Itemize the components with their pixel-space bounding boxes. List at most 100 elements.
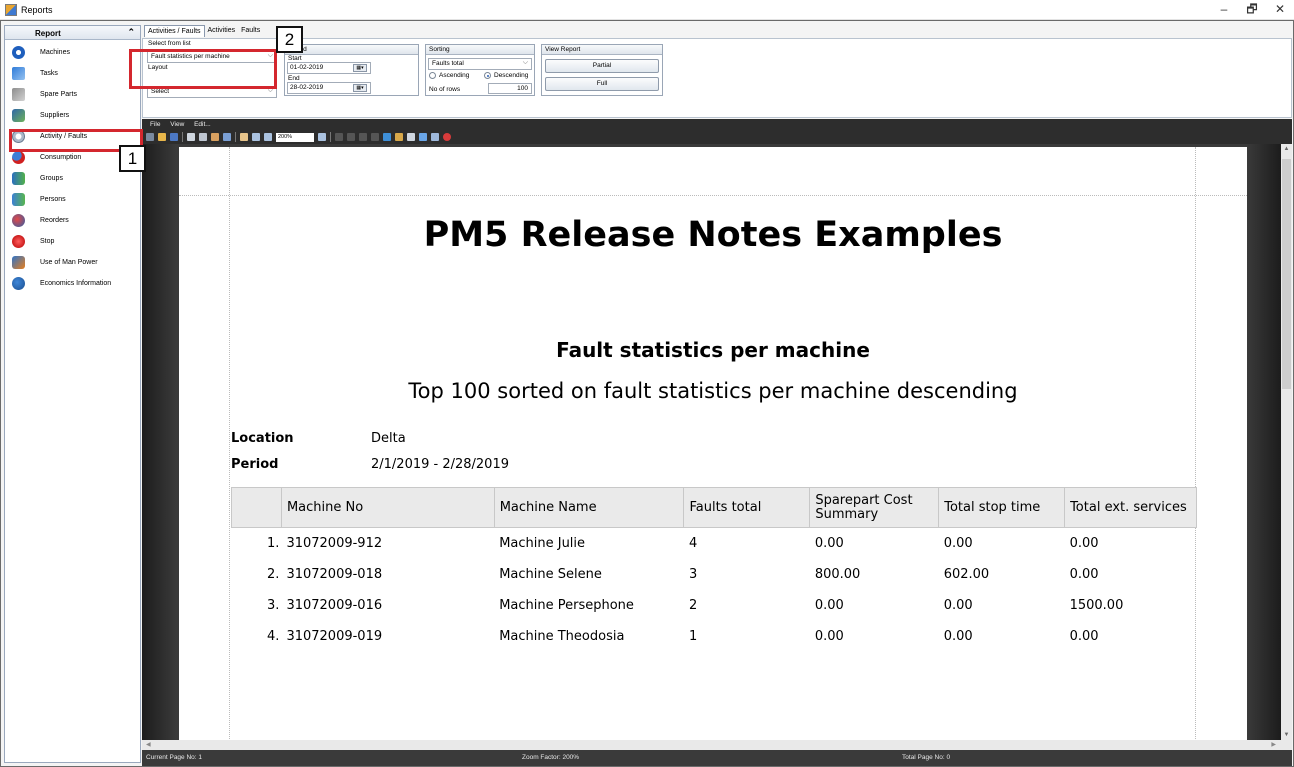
machine-no-cell: 31072009-016	[286, 597, 383, 613]
descending-radio[interactable]: Descending	[484, 72, 528, 79]
last-page-icon[interactable]	[371, 133, 379, 141]
scroll-thumb[interactable]	[1282, 159, 1291, 389]
menu-edit[interactable]: Edit...	[194, 121, 211, 128]
current-page-status: Current Page No: 1	[146, 754, 203, 761]
multi-page-icon[interactable]	[223, 133, 231, 141]
fault-statistics-table: Machine No Machine Name Faults total Spa…	[231, 487, 1197, 652]
scroll-up-icon[interactable]: ▲	[1281, 146, 1292, 152]
stop-icon[interactable]	[443, 133, 451, 141]
toolbar-divider	[330, 132, 331, 142]
minimize-button[interactable]: –	[1210, 0, 1238, 20]
nav-item-reorders[interactable]: Reorders	[5, 210, 140, 231]
page-setup-icon[interactable]	[187, 133, 195, 141]
column-header-stop-time: Total stop time	[938, 487, 1066, 528]
next-page-icon[interactable]	[359, 133, 367, 141]
window-title: Reports	[21, 4, 53, 15]
view-report-group: View Report Partial Full	[541, 44, 663, 96]
nav-item-suppliers[interactable]: Suppliers	[5, 105, 140, 126]
open-folder-icon[interactable]	[158, 133, 166, 141]
copy-icon[interactable]	[199, 133, 207, 141]
chevron-down-icon: ⌵	[522, 59, 528, 66]
report-tabs: Activities / Faults Activities Faults	[144, 25, 263, 38]
start-date-field[interactable]: 01-02-2019 ▦▾	[287, 62, 371, 74]
app-icon	[5, 3, 17, 16]
tab-activities-faults[interactable]: Activities / Faults	[144, 25, 205, 37]
menu-view[interactable]: View	[170, 121, 184, 128]
period-group: Period Start 01-02-2019 ▦▾ End 28-02-201…	[284, 44, 419, 96]
nav-item-spare-parts[interactable]: Spare Parts	[5, 84, 140, 105]
nav-item-persons[interactable]: Persons	[5, 189, 140, 210]
table-header-row: Machine No Machine Name Faults total Spa…	[231, 487, 1197, 528]
nav-item-tasks[interactable]: Tasks	[5, 63, 140, 84]
callout-number-1: 1	[119, 145, 146, 172]
report-description: Top 100 sorted on fault statistics per m…	[408, 379, 1018, 403]
zoom-out-icon[interactable]	[264, 133, 272, 141]
ascending-radio[interactable]: Ascending	[429, 72, 469, 79]
calendar-icon[interactable]: ▦▾	[353, 64, 367, 72]
save-icon[interactable]	[170, 133, 178, 141]
viewer-status-bar: Current Page No: 1 Zoom Factor: 200% Tot…	[142, 750, 1292, 766]
layout-value: Select	[151, 88, 170, 95]
column-header-machine-no: Machine No	[280, 487, 495, 528]
scroll-right-icon[interactable]: ▶	[1271, 741, 1276, 748]
nav-item-stop[interactable]: Stop	[5, 231, 140, 252]
zoom-select[interactable]: 200%	[276, 132, 314, 142]
nav-item-machines[interactable]: Machines	[5, 42, 140, 63]
economics-icon	[12, 277, 25, 290]
scroll-left-icon[interactable]: ◀	[146, 741, 151, 748]
tab-faults[interactable]: Faults	[238, 25, 263, 37]
calendar-icon[interactable]: ▦▾	[353, 84, 367, 92]
prev-page-icon[interactable]	[347, 133, 355, 141]
sorting-header: Sorting	[426, 45, 534, 55]
nav-item-label: Economics Information	[40, 280, 112, 287]
nav-item-economics[interactable]: Economics Information	[5, 273, 140, 294]
partial-button[interactable]: Partial	[545, 59, 659, 73]
tab-activities[interactable]: Activities	[205, 25, 239, 37]
machine-name-cell: Machine Theodosia	[499, 628, 625, 644]
bookmark-icon[interactable]	[395, 133, 403, 141]
period-value: 2/1/2019 - 2/28/2019	[371, 457, 509, 472]
collapse-chevron-icon[interactable]: ⌃	[127, 27, 135, 38]
end-date-field[interactable]: 28-02-2019 ▦▾	[287, 82, 371, 94]
first-page-icon[interactable]	[335, 133, 343, 141]
rows-input[interactable]: 100	[488, 83, 532, 94]
select-from-list-label: Select from list	[148, 40, 191, 47]
man-power-icon	[12, 256, 25, 269]
total-pages-status: Total Page No: 0	[902, 754, 951, 761]
document-icon[interactable]	[407, 133, 415, 141]
location-label: Location	[231, 431, 294, 446]
find-icon[interactable]	[383, 133, 391, 141]
hand-tool-icon[interactable]	[240, 133, 248, 141]
machine-no-cell: 31072009-018	[286, 566, 383, 582]
start-date-value: 01-02-2019	[290, 64, 324, 71]
scroll-down-icon[interactable]: ▼	[1281, 732, 1292, 738]
report-viewer: File View Edit... 200% PM5 Release Notes…	[142, 119, 1292, 766]
close-button[interactable]: ✕	[1266, 0, 1294, 20]
full-button[interactable]: Full	[545, 77, 659, 91]
nav-item-label: Spare Parts	[40, 91, 77, 98]
nav-item-man-power[interactable]: Use of Man Power	[5, 252, 140, 273]
machine-name-cell: Machine Selene	[499, 566, 602, 582]
send-icon[interactable]	[419, 133, 427, 141]
maximize-button[interactable]: 🗗	[1238, 0, 1266, 20]
horizontal-scrollbar[interactable]: ◀ ▶	[142, 740, 1292, 750]
menu-file[interactable]: File	[150, 121, 160, 128]
zoom-in-icon[interactable]	[252, 133, 260, 141]
viewer-toolbar: 200%	[142, 130, 1292, 144]
viewer-menu: File View Edit...	[142, 119, 1292, 130]
nav-item-label: Stop	[40, 238, 55, 245]
sort-field-select[interactable]: Faults total ⌵	[428, 58, 532, 70]
vertical-scrollbar[interactable]: ▲ ▼	[1281, 144, 1292, 740]
print-icon[interactable]	[146, 133, 154, 141]
report-canvas[interactable]: PM5 Release Notes Examples Fault statist…	[142, 144, 1281, 740]
sparepart-cost-cell: 800.00	[814, 566, 861, 582]
nav-item-label: Reorders	[40, 217, 69, 224]
persons-icon	[12, 193, 25, 206]
report-nav-header[interactable]: Report ⌃	[5, 26, 140, 40]
magnifier-icon[interactable]	[318, 133, 326, 141]
toolbar-divider	[182, 132, 183, 142]
ext-services-cell: 0.00	[1069, 628, 1099, 644]
email-icon[interactable]	[431, 133, 439, 141]
row-index: 1.	[267, 535, 280, 551]
export-icon[interactable]	[211, 133, 219, 141]
